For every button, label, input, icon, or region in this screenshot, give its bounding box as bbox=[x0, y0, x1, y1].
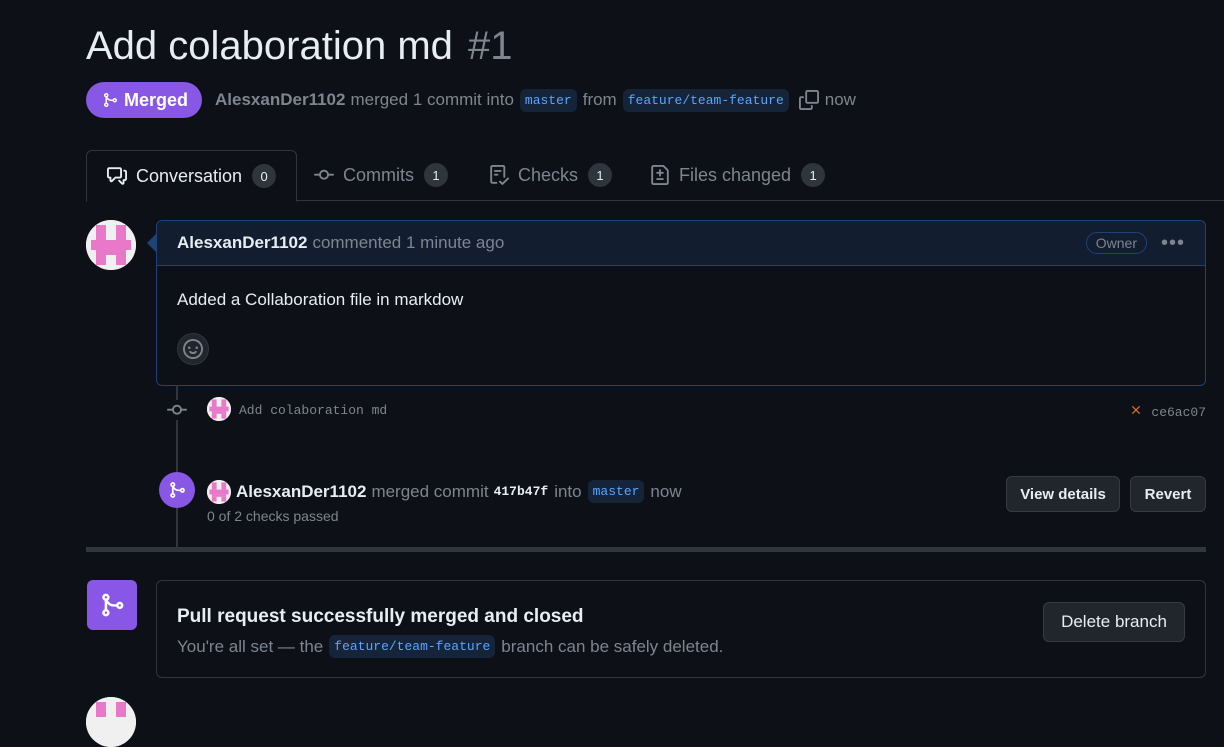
comment-time-link[interactable]: 1 minute ago bbox=[406, 233, 504, 253]
checklist-icon bbox=[489, 165, 509, 185]
next-comment-avatar[interactable] bbox=[86, 697, 136, 747]
pr-action-text: merged 1 commit into bbox=[350, 90, 514, 109]
tab-label: Commits bbox=[343, 164, 414, 185]
checks-status[interactable]: 0 of 2 checks passed bbox=[207, 508, 339, 524]
from-text: from bbox=[582, 90, 617, 109]
git-commit-icon bbox=[166, 400, 188, 425]
revert-button[interactable]: Revert bbox=[1130, 476, 1206, 512]
pr-time: now bbox=[824, 90, 856, 109]
tab-counter: 1 bbox=[801, 163, 826, 187]
tab-label: Files changed bbox=[679, 164, 792, 185]
git-commit-icon bbox=[314, 165, 334, 185]
git-merge-icon bbox=[104, 93, 118, 107]
pr-author-link[interactable]: AlesxanDer1102 bbox=[215, 90, 345, 110]
merged-subtitle: You're all set — the feature/team-featur… bbox=[177, 635, 723, 658]
commit-status: ce6ac07 bbox=[1129, 403, 1206, 421]
base-branch[interactable]: master bbox=[519, 88, 577, 112]
pr-tabs: Conversation 0 Commits 1 Checks 1 Files … bbox=[86, 150, 1224, 202]
merged-status-icon bbox=[87, 580, 137, 630]
kebab-horizontal-icon[interactable]: ••• bbox=[1161, 232, 1185, 255]
merger-author-link[interactable]: AlesxanDer1102 bbox=[236, 482, 366, 502]
tab-counter: 1 bbox=[424, 163, 448, 187]
merged-state-badge: Merged bbox=[86, 82, 203, 118]
delete-branch-button[interactable]: Delete branch bbox=[1043, 602, 1185, 642]
tab-label: Checks bbox=[518, 164, 579, 185]
comment-action: commented bbox=[312, 233, 402, 252]
merge-branch[interactable]: master bbox=[587, 480, 645, 503]
state-label: Merged bbox=[124, 89, 189, 110]
tab-counter: 0 bbox=[252, 164, 277, 188]
view-details-button[interactable]: View details bbox=[1006, 476, 1120, 512]
into-text: into bbox=[554, 481, 582, 501]
file-diff-icon bbox=[650, 165, 670, 185]
merge-status-box: Pull request successfully merged and clo… bbox=[156, 580, 1206, 678]
comment-box: AlesxanDer1102 commented 1 minute ago Ow… bbox=[156, 220, 1206, 386]
timeline-commit-item: Add colaboration md ce6ac07 bbox=[166, 396, 1206, 424]
comment-author-link[interactable]: AlesxanDer1102 bbox=[177, 233, 307, 253]
merge-sha-link[interactable]: 417b47f bbox=[494, 484, 549, 499]
tab-conversation[interactable]: Conversation 0 bbox=[86, 150, 298, 202]
tab-files-changed[interactable]: Files changed 1 bbox=[650, 150, 826, 200]
owner-badge: Owner bbox=[1085, 232, 1147, 254]
merge-action: merged commit bbox=[371, 481, 489, 501]
commenter-avatar[interactable] bbox=[86, 220, 136, 270]
git-merge-icon bbox=[170, 482, 185, 498]
merged-title: Pull request successfully merged and clo… bbox=[177, 606, 584, 627]
commit-sha-link[interactable]: ce6ac07 bbox=[1151, 405, 1206, 420]
merge-event-text: AlesxanDer1102 merged commit 417b47f int… bbox=[236, 480, 682, 503]
smiley-icon bbox=[183, 339, 203, 359]
merger-avatar[interactable] bbox=[207, 480, 231, 504]
merged-head-branch[interactable]: feature/team-feature bbox=[329, 635, 496, 658]
x-icon[interactable] bbox=[1129, 403, 1143, 421]
comment-caret bbox=[147, 234, 156, 252]
tab-label: Conversation bbox=[136, 165, 243, 186]
tab-commits[interactable]: Commits 1 bbox=[314, 150, 448, 200]
add-reaction-button[interactable] bbox=[177, 333, 209, 365]
page-title: Add colaboration md #1 bbox=[86, 24, 513, 69]
commit-author-avatar[interactable] bbox=[207, 397, 231, 421]
comment-header: AlesxanDer1102 commented 1 minute ago Ow… bbox=[157, 221, 1205, 266]
tab-counter: 1 bbox=[588, 163, 613, 187]
timeline-divider bbox=[86, 547, 1206, 552]
pr-title: Add colaboration md bbox=[86, 24, 453, 68]
merged-sub-post: branch can be safely deleted. bbox=[501, 636, 724, 656]
comment-body: Added a Collaboration file in markdow bbox=[177, 290, 464, 309]
merged-sub-pre: You're all set — the bbox=[177, 636, 324, 656]
tab-checks[interactable]: Checks 1 bbox=[489, 150, 613, 200]
head-branch[interactable]: feature/team-feature bbox=[622, 88, 789, 112]
merge-time: now bbox=[650, 481, 682, 501]
merged-event-badge bbox=[159, 472, 195, 508]
git-merge-icon bbox=[102, 593, 124, 617]
copy-icon[interactable] bbox=[798, 90, 819, 110]
comment-discussion-icon bbox=[107, 166, 127, 186]
pr-number: #1 bbox=[468, 24, 513, 68]
pr-meta: Merged AlesxanDer1102 merged 1 commit in… bbox=[86, 82, 856, 118]
commit-message-link[interactable]: Add colaboration md bbox=[239, 403, 387, 418]
